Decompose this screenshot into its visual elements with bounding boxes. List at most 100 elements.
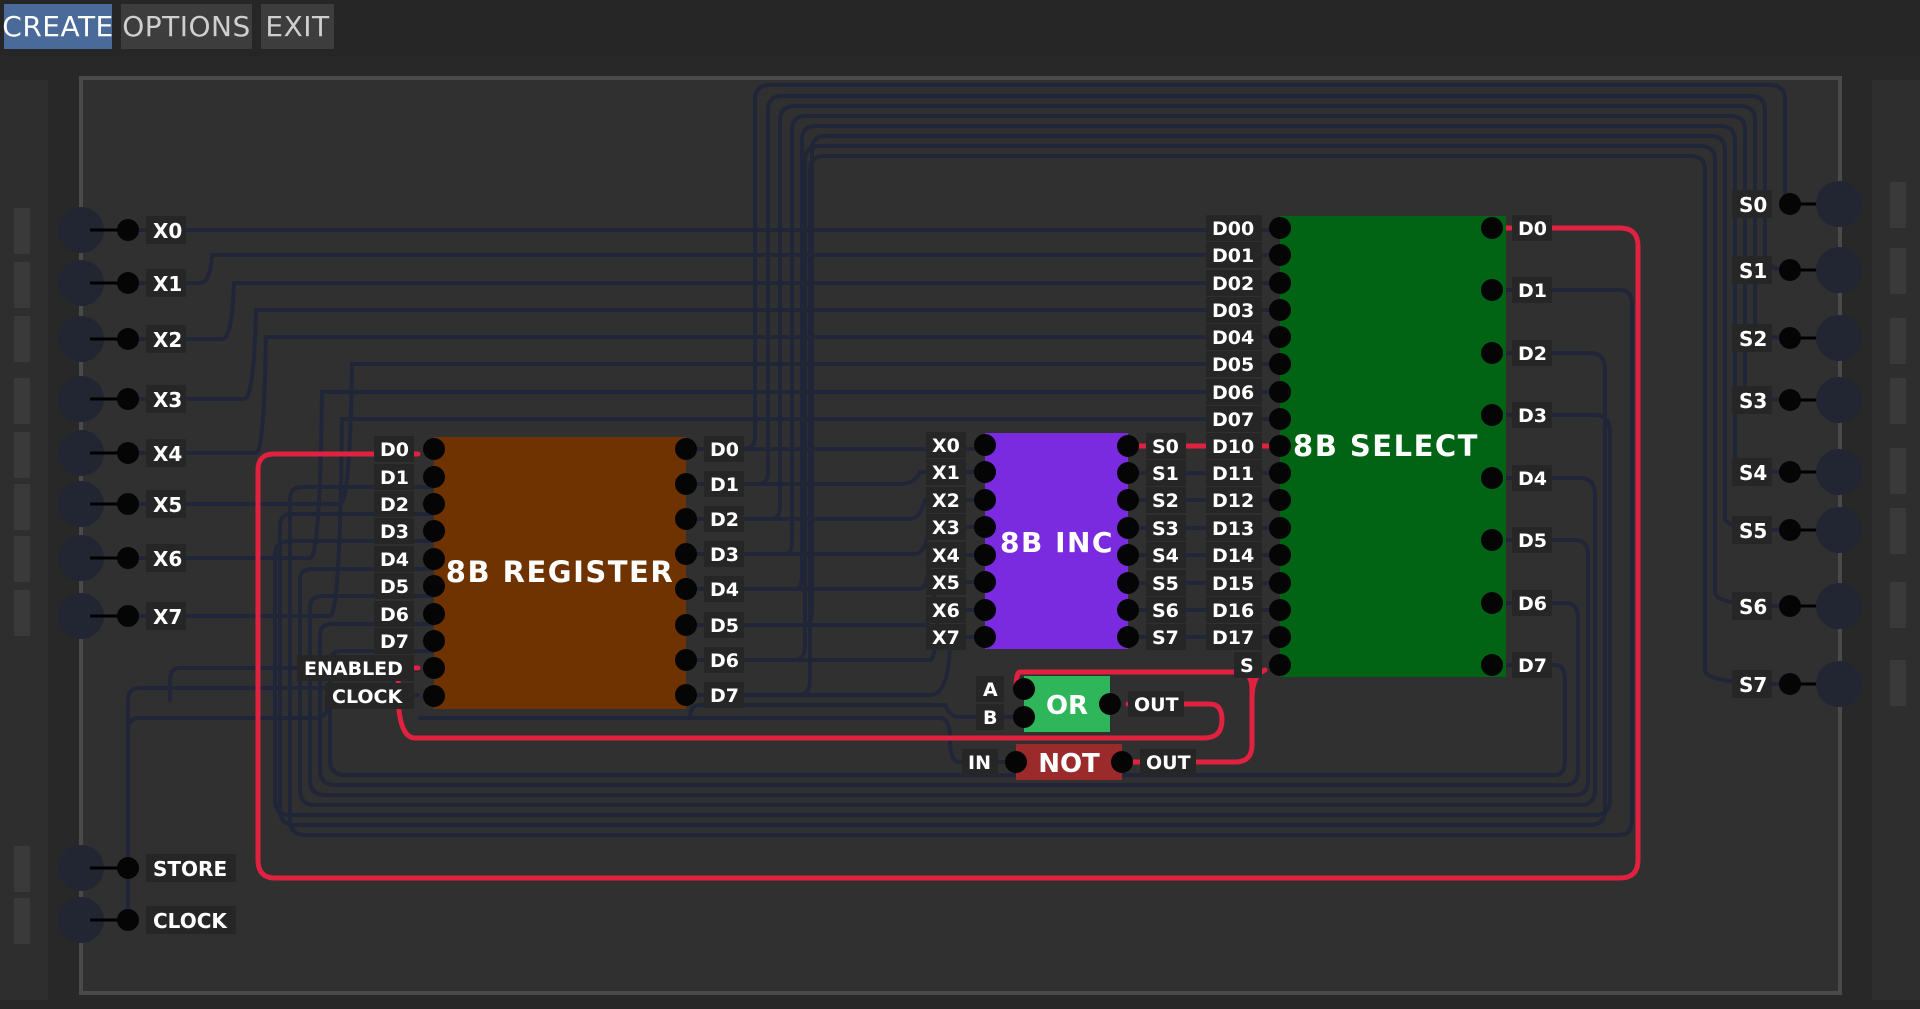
output-s0-label: S0	[1739, 193, 1767, 217]
inc-in-x4-pin[interactable]	[974, 544, 996, 566]
output-s2-pin[interactable]	[1779, 327, 1801, 349]
select-out-d0-pin[interactable]	[1481, 217, 1503, 239]
inc-out-s0-pin[interactable]	[1117, 435, 1139, 457]
inc-out-s5-pin[interactable]	[1117, 572, 1139, 594]
select-out-d4-pin[interactable]	[1481, 467, 1503, 489]
workspace[interactable]: X0 X1 X2 X3 X4 X5 X6 X7 STORE CLOCK S0 S…	[0, 56, 1920, 1009]
register-out-d4-pin[interactable]	[675, 578, 697, 600]
input-x4-pin[interactable]	[117, 442, 139, 464]
input-x0-pin[interactable]	[117, 219, 139, 241]
select-out-d2-pin[interactable]	[1481, 342, 1503, 364]
select-out-d3-pin[interactable]	[1481, 404, 1503, 426]
inc-out-s1-pin[interactable]	[1117, 462, 1139, 484]
not-gate-in-pin[interactable]	[1005, 751, 1027, 773]
inc-out-s3-pin[interactable]	[1117, 517, 1139, 539]
select-in-d00-pin[interactable]	[1269, 217, 1291, 239]
inc-in-x3-pin[interactable]	[974, 516, 996, 538]
select-in-d11-pin[interactable]	[1269, 462, 1291, 484]
register-out-d3-pin[interactable]	[675, 543, 697, 565]
inc-in-x7-pin[interactable]	[974, 626, 996, 648]
select-out-d1-pin[interactable]	[1481, 279, 1503, 301]
register-in-d5-pin[interactable]	[423, 575, 445, 597]
select-out-d7-pin[interactable]	[1481, 654, 1503, 676]
register-in-d1-pin[interactable]	[423, 466, 445, 488]
output-s7-pin[interactable]	[1779, 673, 1801, 695]
select-in-d17-pin[interactable]	[1269, 626, 1291, 648]
register-in-d6-pin[interactable]	[423, 603, 445, 625]
input-clock-pin[interactable]	[117, 909, 139, 931]
register-out-d3-label: D3	[710, 544, 739, 566]
input-x7-pin[interactable]	[117, 605, 139, 627]
inc-in-x5-pin[interactable]	[974, 571, 996, 593]
input-x6-pin[interactable]	[117, 547, 139, 569]
or-gate-out-pin[interactable]	[1099, 693, 1121, 715]
register-in-d7-pin[interactable]	[423, 630, 445, 652]
register-out-d5-pin[interactable]	[675, 614, 697, 636]
input-x5-label: X5	[153, 493, 182, 517]
select-out-d5-pin[interactable]	[1481, 529, 1503, 551]
select-in-d03-pin[interactable]	[1269, 299, 1291, 321]
create-button[interactable]: CREATE	[2, 4, 113, 49]
input-x5-pin[interactable]	[117, 493, 139, 515]
or-gate-a-pin[interactable]	[1013, 678, 1035, 700]
select-in-d05-pin[interactable]	[1269, 353, 1291, 375]
output-s5-label: S5	[1739, 519, 1767, 543]
select-s-pin[interactable]	[1269, 654, 1291, 676]
output-s4-pin[interactable]	[1779, 461, 1801, 483]
select-in-d14-pin[interactable]	[1269, 544, 1291, 566]
output-s6-pin[interactable]	[1779, 595, 1801, 617]
input-store-pin[interactable]	[117, 857, 139, 879]
inc-out-s7-pin[interactable]	[1117, 626, 1139, 648]
register-out-d1-pin[interactable]	[675, 473, 697, 495]
inc-out-s0-label: S0	[1152, 436, 1179, 458]
select-component[interactable]: 8B SELECT D00 D01 D02 D03 D04 D05 D06 D0…	[1206, 215, 1552, 678]
inc-in-x2-pin[interactable]	[974, 489, 996, 511]
register-in-d2-label: D2	[380, 494, 409, 516]
output-s0-pin[interactable]	[1779, 193, 1801, 215]
register-out-d2-pin[interactable]	[675, 508, 697, 530]
register-in-d4-pin[interactable]	[423, 548, 445, 570]
register-out-d2-label: D2	[710, 509, 739, 531]
input-x2-pin[interactable]	[117, 328, 139, 350]
inc-out-s4-pin[interactable]	[1117, 544, 1139, 566]
register-enabled-pin[interactable]	[423, 657, 445, 679]
register-out-d6-pin[interactable]	[675, 649, 697, 671]
exit-button[interactable]: EXIT	[261, 4, 334, 49]
select-in-d01-pin[interactable]	[1269, 244, 1291, 266]
select-in-d12-pin[interactable]	[1269, 489, 1291, 511]
inc-out-s6-pin[interactable]	[1117, 599, 1139, 621]
select-in-d02-pin[interactable]	[1269, 272, 1291, 294]
inc-out-s2-pin[interactable]	[1117, 489, 1139, 511]
inc-in-x0-label: X0	[932, 435, 960, 457]
register-clock-pin[interactable]	[423, 685, 445, 707]
select-out-d6-pin[interactable]	[1481, 592, 1503, 614]
select-in-d02-label: D02	[1212, 273, 1254, 295]
inc-in-x6-pin[interactable]	[974, 599, 996, 621]
not-gate[interactable]: NOT IN OUT	[962, 744, 1196, 780]
inc-in-x1-pin[interactable]	[974, 461, 996, 483]
input-x1-pin[interactable]	[117, 272, 139, 294]
select-in-d16-pin[interactable]	[1269, 599, 1291, 621]
not-gate-out-pin[interactable]	[1111, 751, 1133, 773]
register-in-d7-label: D7	[380, 631, 409, 653]
select-in-d10-pin[interactable]	[1269, 435, 1291, 457]
select-in-d13-pin[interactable]	[1269, 517, 1291, 539]
register-in-d3-pin[interactable]	[423, 520, 445, 542]
register-out-d7-pin[interactable]	[675, 684, 697, 706]
register-out-d0-pin[interactable]	[675, 438, 697, 460]
select-in-d07-pin[interactable]	[1269, 408, 1291, 430]
register-in-d1-label: D1	[380, 467, 409, 489]
register-in-d0-pin[interactable]	[423, 438, 445, 460]
options-button[interactable]: OPTIONS	[121, 4, 252, 49]
input-x3-pin[interactable]	[117, 388, 139, 410]
or-gate-b-pin[interactable]	[1013, 706, 1035, 728]
select-in-d17-label: D17	[1212, 627, 1254, 649]
inc-in-x0-pin[interactable]	[974, 434, 996, 456]
output-s3-pin[interactable]	[1779, 389, 1801, 411]
select-in-d04-pin[interactable]	[1269, 326, 1291, 348]
select-in-d15-pin[interactable]	[1269, 572, 1291, 594]
select-in-d06-pin[interactable]	[1269, 381, 1291, 403]
output-s5-pin[interactable]	[1779, 519, 1801, 541]
output-s1-pin[interactable]	[1779, 259, 1801, 281]
register-in-d2-pin[interactable]	[423, 493, 445, 515]
